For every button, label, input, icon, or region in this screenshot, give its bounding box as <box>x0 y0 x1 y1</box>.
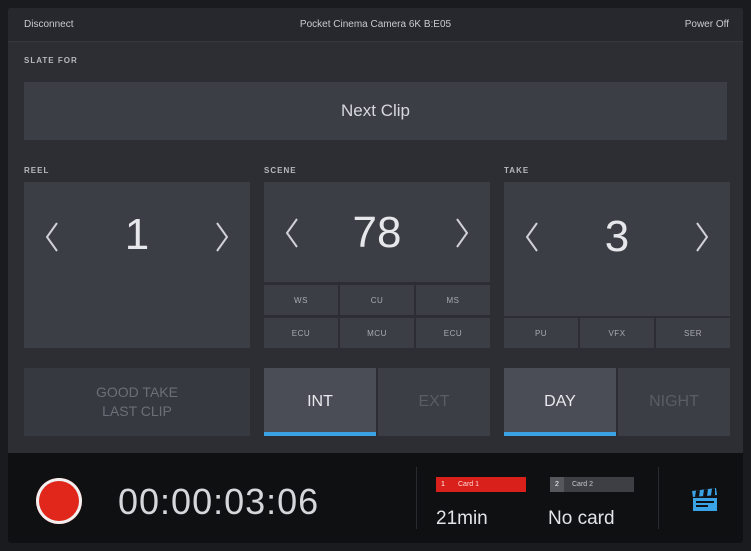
day-selected-indicator <box>504 432 616 436</box>
take-ser-button[interactable]: SER <box>656 318 730 348</box>
scene-counter: 78 <box>264 182 490 282</box>
take-pu-button[interactable]: PU <box>504 318 578 348</box>
good-take-line1: GOOD TAKE <box>96 384 178 400</box>
timecode: 00:00:03:06 <box>118 481 320 522</box>
night-label: NIGHT <box>649 393 699 410</box>
shot-mcu-button[interactable]: MCU <box>340 318 414 348</box>
power-off-button[interactable]: Power Off <box>685 19 729 30</box>
slate-for-label: SLATE FOR <box>24 56 78 65</box>
ext-button[interactable]: EXT <box>378 368 490 436</box>
ext-label: EXT <box>418 393 450 410</box>
shot-cu-button[interactable]: CU <box>340 285 414 315</box>
top-bar: Disconnect Pocket Cinema Camera 6K B:E05… <box>8 8 743 42</box>
record-button[interactable] <box>36 478 82 524</box>
chevron-right-icon <box>216 222 229 252</box>
shot-ms-button[interactable]: MS <box>416 285 490 315</box>
status-bar: 00:00:03:06 1 Card 1 21min 2 Card 2 No c… <box>8 453 743 543</box>
day-button[interactable]: DAY <box>504 368 616 436</box>
slate-screen: Disconnect Pocket Cinema Camera 6K B:E05… <box>8 8 743 543</box>
day-label: DAY <box>544 393 576 410</box>
camera-name: Pocket Cinema Camera 6K B:E05 <box>299 19 452 30</box>
take-counter: 3 <box>504 182 730 316</box>
slate-for-value: Next Clip <box>341 101 410 120</box>
clapperboard-icon[interactable] <box>691 488 719 512</box>
reel-counter: 1 <box>24 182 250 348</box>
chevron-right-icon <box>696 222 709 252</box>
card2-name: Card 2 <box>564 477 634 492</box>
chevron-right-icon <box>456 218 469 248</box>
shot-ecu-button[interactable]: ECU <box>264 318 338 348</box>
shot-ecu-2-button[interactable]: ECU <box>416 318 490 348</box>
card2-status: No card <box>548 508 615 529</box>
take-label: TAKE <box>504 166 530 175</box>
divider <box>658 467 659 529</box>
divider <box>416 467 417 529</box>
card2-number: 2 <box>550 477 564 492</box>
take-next-button[interactable] <box>694 220 710 260</box>
int-label: INT <box>307 393 333 410</box>
int-button[interactable]: INT <box>264 368 376 436</box>
reel-next-button[interactable] <box>214 220 230 260</box>
shot-ws-button[interactable]: WS <box>264 285 338 315</box>
good-take-line2: LAST CLIP <box>102 403 172 419</box>
card1-name: Card 1 <box>450 477 526 492</box>
reel-label: REEL <box>24 166 50 175</box>
scene-label: SCENE <box>264 166 297 175</box>
night-button[interactable]: NIGHT <box>618 368 730 436</box>
good-take-button[interactable]: GOOD TAKE LAST CLIP <box>24 368 250 436</box>
take-vfx-button[interactable]: VFX <box>580 318 654 348</box>
scene-next-button[interactable] <box>454 216 470 256</box>
card1-remaining: 21min <box>436 508 488 529</box>
card2-tag: 2 Card 2 <box>550 477 634 492</box>
card1-number: 1 <box>436 477 450 492</box>
slate-for-selector[interactable]: Next Clip <box>24 82 727 140</box>
card1-tag: 1 Card 1 <box>436 477 526 492</box>
int-selected-indicator <box>264 432 376 436</box>
